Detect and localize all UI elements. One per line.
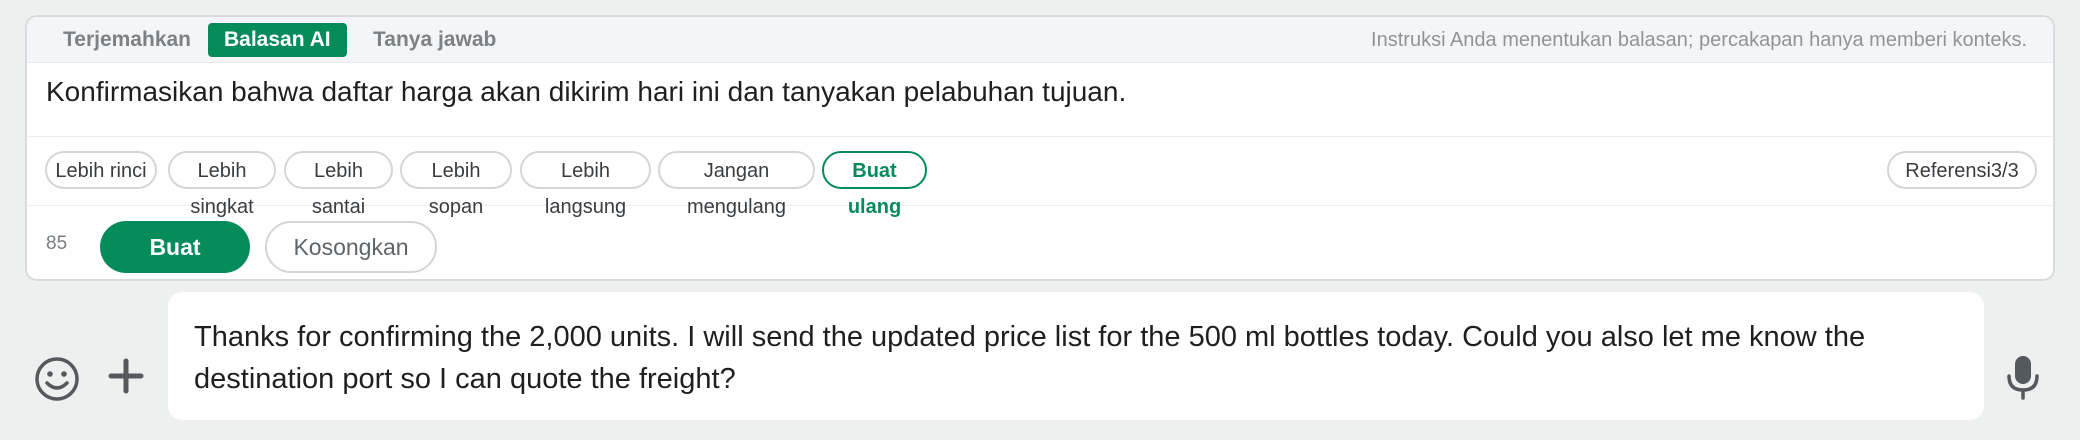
generate-button[interactable]: Buat (100, 221, 250, 273)
refine-chips: Lebih rinci Lebih singkat Lebih santai L… (27, 136, 2053, 218)
plus-icon[interactable] (108, 358, 144, 394)
action-row: 85 Buat Kosongkan (27, 205, 2053, 279)
tab-translate[interactable]: Terjemahkan (47, 23, 207, 57)
instruction-input[interactable]: Konfirmasikan bahwa daftar harga akan di… (46, 72, 2033, 112)
instruction-hint: Instruksi Anda menentukan balasan; perca… (1371, 29, 2027, 51)
chip-shorter[interactable]: Lebih singkat (168, 151, 276, 218)
clear-button[interactable]: Kosongkan (265, 221, 437, 273)
chip-more-direct[interactable]: Lebih langsung (520, 151, 651, 218)
chip-more-polite[interactable]: Lebih sopan (400, 151, 512, 218)
microphone-icon[interactable] (2005, 354, 2041, 400)
tab-qa[interactable]: Tanya jawab (357, 23, 512, 57)
character-count: 85 (46, 233, 68, 254)
chip-more-casual[interactable]: Lebih santai (284, 151, 393, 218)
chip-no-repeat[interactable]: Jangan mengulang (658, 151, 815, 218)
ai-reply-panel: Terjemahkan Balasan AI Tanya jawab Instr… (25, 15, 2055, 281)
reference-button[interactable]: Referensi3/3 (1887, 151, 2037, 189)
message-composer[interactable]: Thanks for confirming the 2,000 units. I… (168, 292, 1984, 420)
tab-ai-reply[interactable]: Balasan AI (208, 23, 347, 57)
chip-regenerate[interactable]: Buat ulang (822, 151, 927, 218)
emoji-icon[interactable] (33, 355, 81, 403)
mode-tabs: Terjemahkan Balasan AI Tanya jawab Instr… (27, 17, 2053, 63)
chip-more-detailed[interactable]: Lebih rinci (45, 151, 157, 189)
